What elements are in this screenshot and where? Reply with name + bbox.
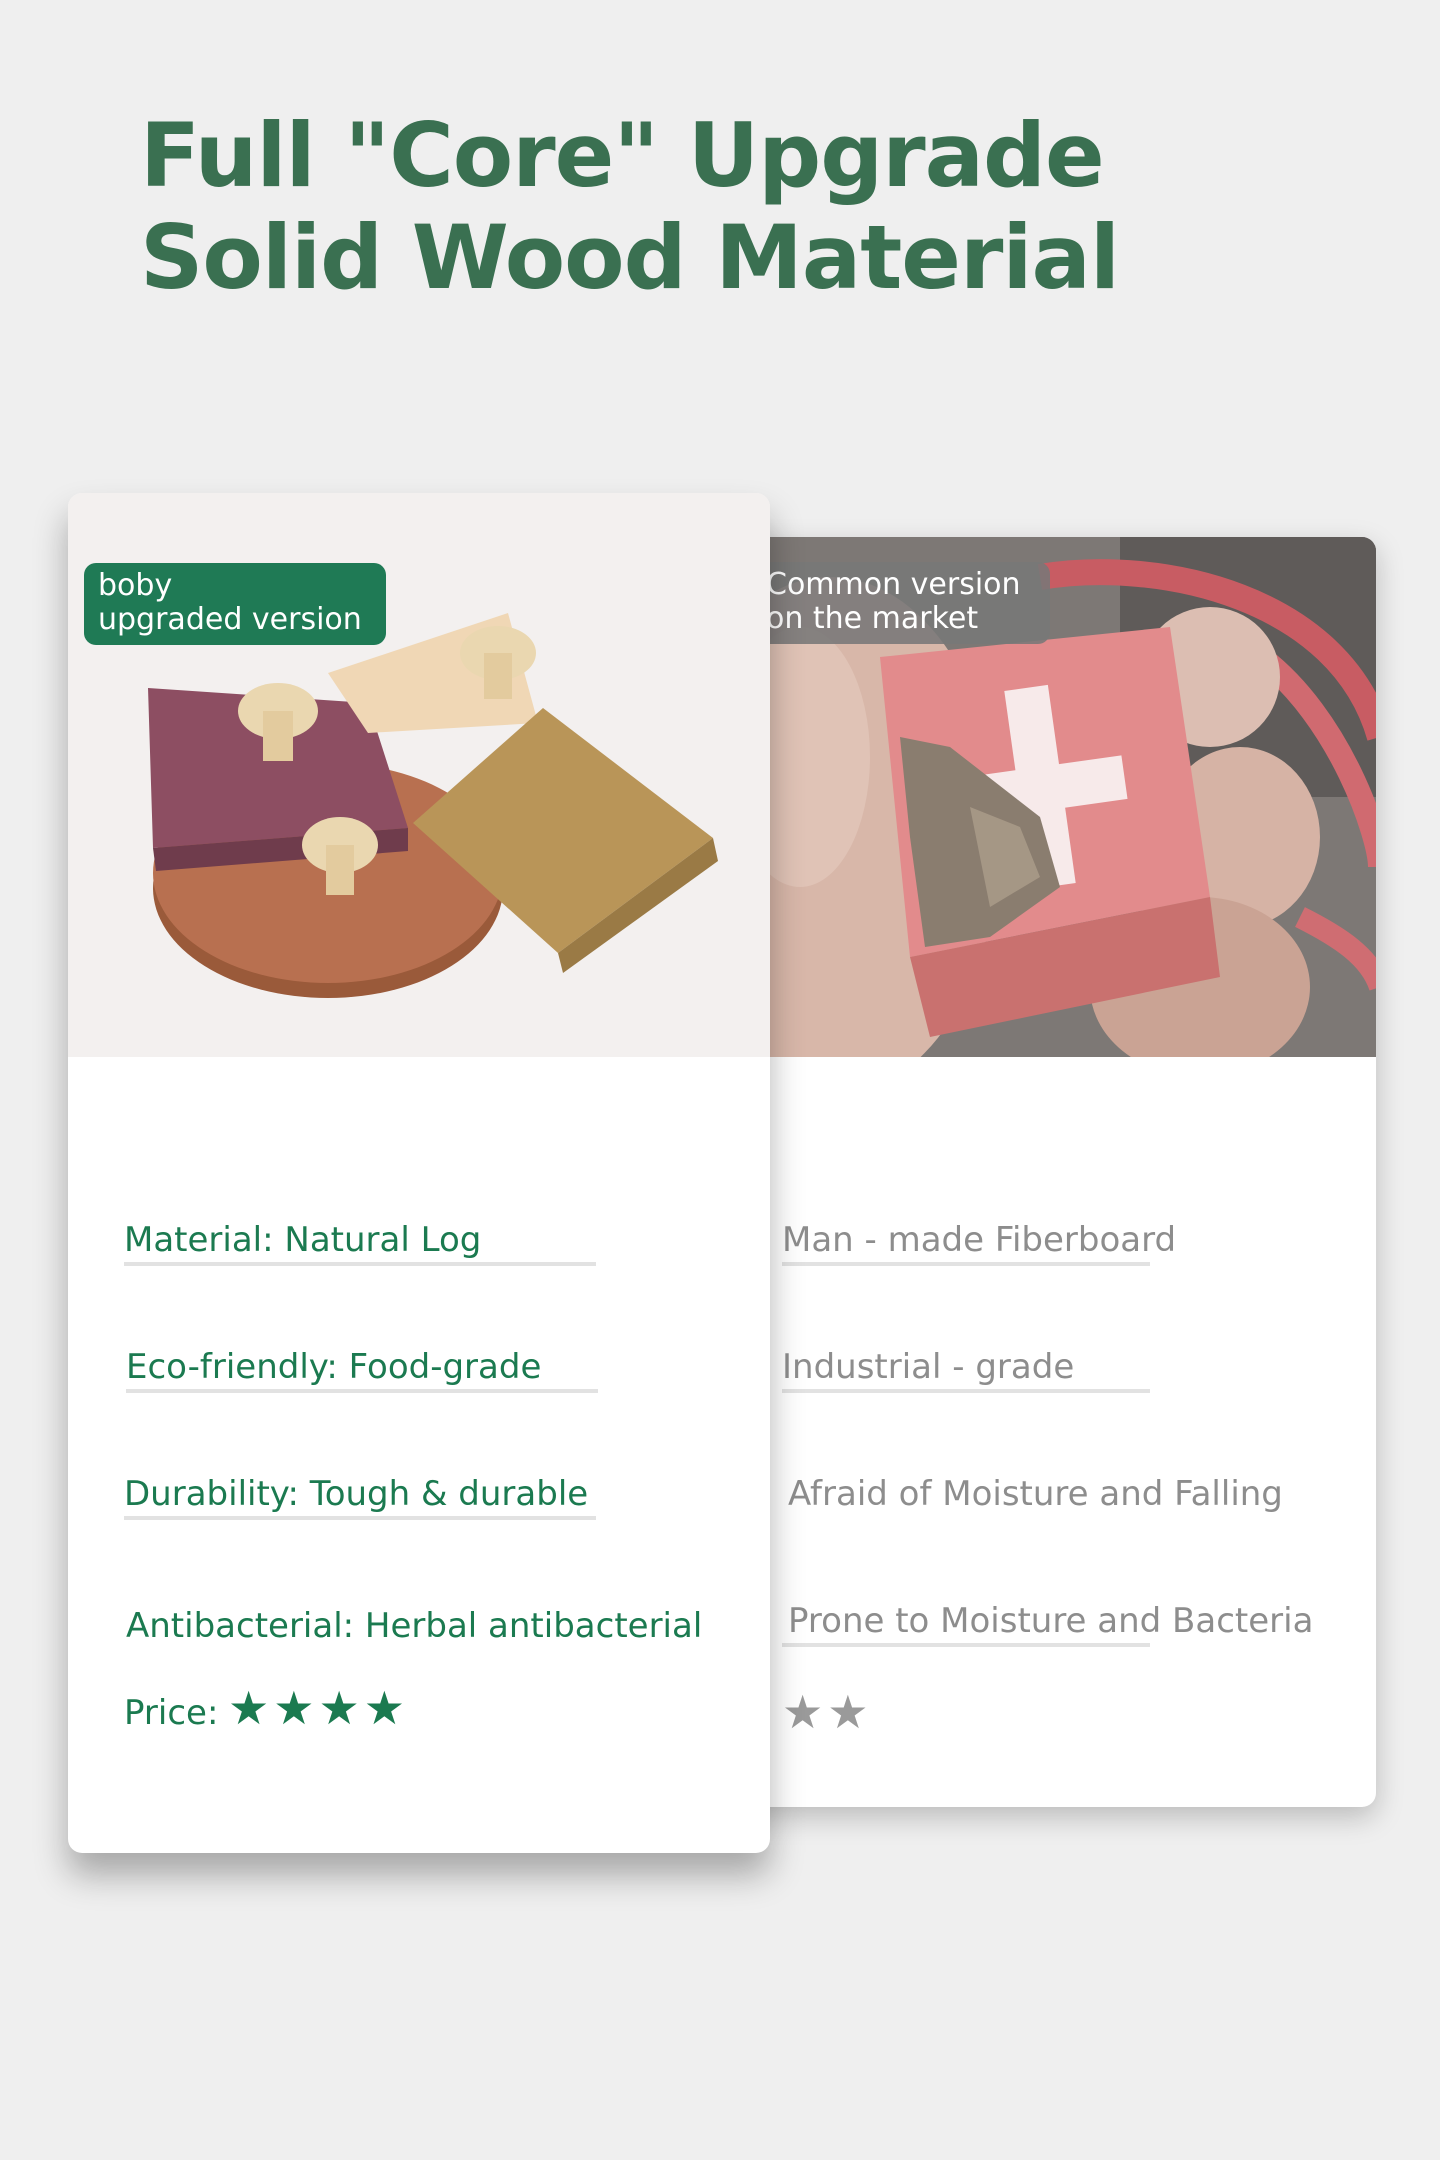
badge-line-2: on the market: [766, 601, 979, 636]
row-text: Afraid of Moisture and Falling: [788, 1474, 1283, 1514]
badge-line-1: Common version: [766, 567, 1021, 602]
upgraded-version-card: boby upgraded version Material: Natural …: [68, 493, 770, 1853]
price-label: Price:: [124, 1693, 219, 1733]
common-version-badge: Common version on the market: [752, 562, 1050, 644]
page-title: Full "Core" Upgrade Solid Wood Material: [140, 104, 1120, 309]
row-text: Prone to Moisture and Bacteria: [788, 1601, 1314, 1641]
common-antibacterial-row: Prone to Moisture and Bacteria: [782, 1601, 1314, 1647]
row-text: Industrial - grade: [782, 1347, 1075, 1387]
common-eco-row: Industrial - grade: [782, 1347, 1150, 1393]
durability-row: Durability: Tough & durable: [124, 1474, 596, 1520]
material-row: Material: Natural Log: [124, 1220, 596, 1266]
row-text: Material: Natural Log: [124, 1220, 482, 1260]
row-text: Durability: Tough & durable: [124, 1474, 589, 1514]
common-toy-photo: Common version on the market: [740, 537, 1376, 1057]
upgraded-rating-stars: ★★★★: [228, 1681, 409, 1735]
common-version-card: Common version on the market Man - made …: [740, 537, 1376, 1807]
upgraded-version-badge: boby upgraded version: [84, 563, 386, 645]
common-durability-row: Afraid of Moisture and Falling: [788, 1474, 1283, 1514]
badge-line-1: boby: [98, 568, 173, 603]
badge-line-2: upgraded version: [98, 602, 362, 637]
common-material-row: Man - made Fiberboard: [782, 1220, 1177, 1266]
row-text: Antibacterial: Herbal antibacterial: [126, 1606, 703, 1646]
title-line-1: Full "Core" Upgrade: [140, 104, 1105, 207]
row-text: Man - made Fiberboard: [782, 1220, 1177, 1260]
eco-friendly-row: Eco-friendly: Food-grade: [126, 1347, 598, 1393]
title-line-2: Solid Wood Material: [140, 206, 1120, 309]
wooden-toy-photo: boby upgraded version: [68, 493, 770, 1057]
row-text: Eco-friendly: Food-grade: [126, 1347, 542, 1387]
common-rating-stars: ★★: [782, 1685, 873, 1739]
antibacterial-row: Antibacterial: Herbal antibacterial: [126, 1606, 702, 1646]
